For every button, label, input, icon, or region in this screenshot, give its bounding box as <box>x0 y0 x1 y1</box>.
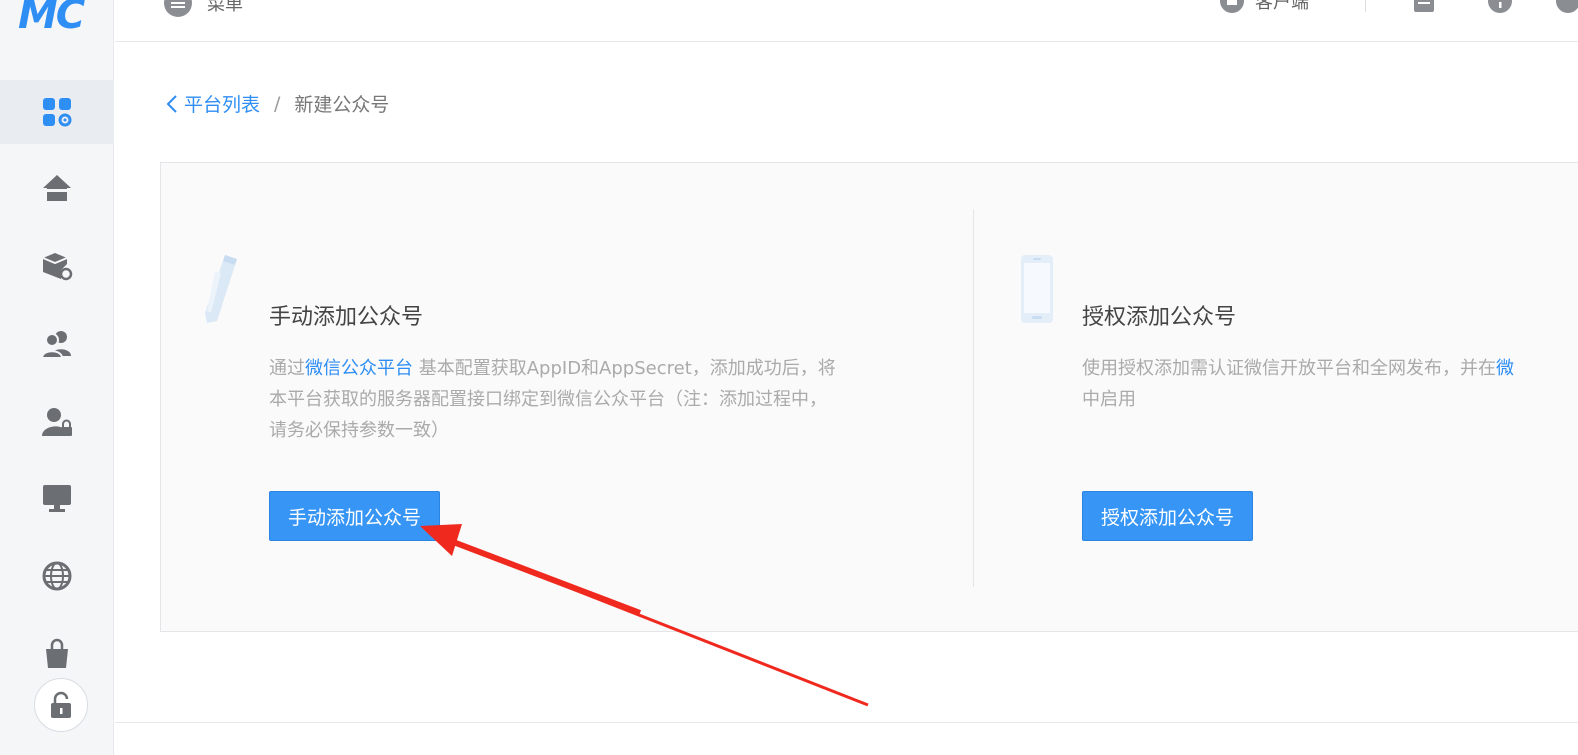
auth-add-button[interactable]: 授权添加公众号 <box>1082 491 1254 541</box>
sidebar-item-permissions[interactable] <box>0 390 114 454</box>
sidebar-item-modules[interactable] <box>0 234 114 298</box>
box-gear-icon <box>42 253 73 281</box>
sidebar-item-users[interactable] <box>0 312 114 376</box>
apps-gear-icon <box>43 98 72 127</box>
logo: MC <box>18 0 85 38</box>
footer-divider <box>115 722 1578 723</box>
top-header: 菜单 客户端 <box>115 0 1578 42</box>
shopping-bag-icon <box>46 638 68 668</box>
chevron-left-icon <box>166 94 177 113</box>
clipboard-icon <box>1414 0 1434 12</box>
globe-icon <box>42 561 72 591</box>
manual-desc-line3: 请务必保持参数一致） <box>269 420 449 441</box>
sidebar-item-store[interactable] <box>0 622 114 686</box>
user-lock-icon <box>42 408 72 436</box>
sidebar: MC <box>0 0 114 755</box>
client-link[interactable]: 客户端 <box>1219 0 1309 14</box>
phone-icon <box>1021 255 1053 323</box>
auth-desc-link[interactable]: 微 <box>1496 358 1514 379</box>
manual-title: 手动添加公众号 <box>269 305 424 330</box>
manual-desc-line1: 基本配置获取AppID和AppSecret，添加成功后，将 <box>413 358 836 379</box>
panel-divider <box>973 209 974 587</box>
pencil-icon <box>205 255 237 323</box>
manual-desc-line2: 本平台获取的服务器配置接口绑定到微信公众平台（注：添加过程中， <box>269 389 827 410</box>
header-divider <box>1365 0 1366 12</box>
manual-description: 通过微信公众平台 基本配置获取AppID和AppSecret，添加成功后，将 本… <box>269 353 939 446</box>
notes-button[interactable] <box>1412 0 1436 14</box>
sidebar-item-apps[interactable] <box>0 80 114 144</box>
help-icon <box>1488 0 1512 13</box>
home-icon <box>43 175 71 201</box>
auth-title: 授权添加公众号 <box>1082 305 1237 330</box>
wechat-platform-link[interactable]: 微信公众平台 <box>305 358 413 379</box>
menu-icon <box>164 0 192 17</box>
lock-icon <box>51 691 71 718</box>
auth-desc-line1: 使用授权添加需认证微信开放平台和全网发布，并在 <box>1082 358 1496 379</box>
help-button[interactable] <box>1487 0 1513 14</box>
sidebar-item-home[interactable] <box>0 156 114 220</box>
breadcrumb-back-label: 平台列表 <box>184 94 261 116</box>
breadcrumb: 平台列表 / 新建公众号 <box>166 90 389 117</box>
auth-description: 使用授权添加需认证微信开放平台和全网发布，并在微 中启用 <box>1082 353 1578 415</box>
manual-desc-prefix: 通过 <box>269 358 305 379</box>
menu-toggle[interactable]: 菜单 <box>163 0 243 18</box>
sidebar-item-site[interactable] <box>0 544 114 608</box>
client-label: 客户端 <box>1255 0 1309 13</box>
manual-add-button[interactable]: 手动添加公众号 <box>269 491 441 541</box>
lock-button[interactable] <box>34 678 88 732</box>
sidebar-item-system[interactable] <box>0 466 114 530</box>
breadcrumb-current: 新建公众号 <box>294 94 390 116</box>
client-icon <box>1220 0 1244 13</box>
breadcrumb-back[interactable]: 平台列表 <box>166 90 260 117</box>
user-button[interactable] <box>1555 0 1578 14</box>
auth-desc-line2: 中启用 <box>1082 389 1136 410</box>
add-account-card: 手动添加公众号 通过微信公众平台 基本配置获取AppID和AppSecret，添… <box>160 162 1578 632</box>
users-icon <box>41 331 71 359</box>
menu-label: 菜单 <box>207 0 243 15</box>
breadcrumb-separator: / <box>274 92 281 115</box>
monitor-icon <box>43 485 71 512</box>
user-icon <box>1556 0 1578 13</box>
